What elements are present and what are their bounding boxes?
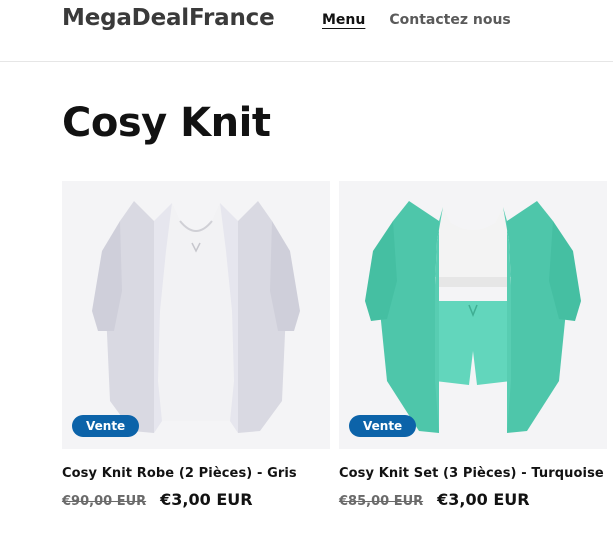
sale-badge: Vente [72,415,140,437]
sale-price: €3,00 EUR [160,490,253,509]
nav-link-contact[interactable]: Contactez nous [389,12,510,28]
main-nav: Menu Contactez nous [322,12,511,28]
product-image[interactable]: Vente [62,181,330,449]
regular-price: €90,00 EUR [62,494,147,509]
collection-title: Cosy Knit [62,100,271,146]
price-block: €90,00 EUR €3,00 EUR [62,490,330,509]
site-header: MegaDealFrance Menu Contactez nous [0,0,613,62]
turquoise-knit-set-image [365,201,581,433]
sale-price: €3,00 EUR [437,490,530,509]
product-title[interactable]: Cosy Knit Set (3 Pièces) - Turquoise [339,466,607,481]
grey-knit-dress-cardigan-image [92,201,300,433]
product-card[interactable]: Vente Cosy Knit Robe (2 Pièces) - Gris €… [62,181,330,509]
product-card[interactable]: Vente Cosy Knit Set (3 Pièces) - Turquoi… [339,181,607,509]
price-block: €85,00 EUR €3,00 EUR [339,490,607,509]
product-title[interactable]: Cosy Knit Robe (2 Pièces) - Gris [62,466,330,481]
site-logo[interactable]: MegaDealFrance [62,5,275,31]
product-image[interactable]: Vente [339,181,607,449]
nav-link-menu[interactable]: Menu [322,12,365,28]
regular-price: €85,00 EUR [339,494,424,509]
sale-badge: Vente [349,415,417,437]
